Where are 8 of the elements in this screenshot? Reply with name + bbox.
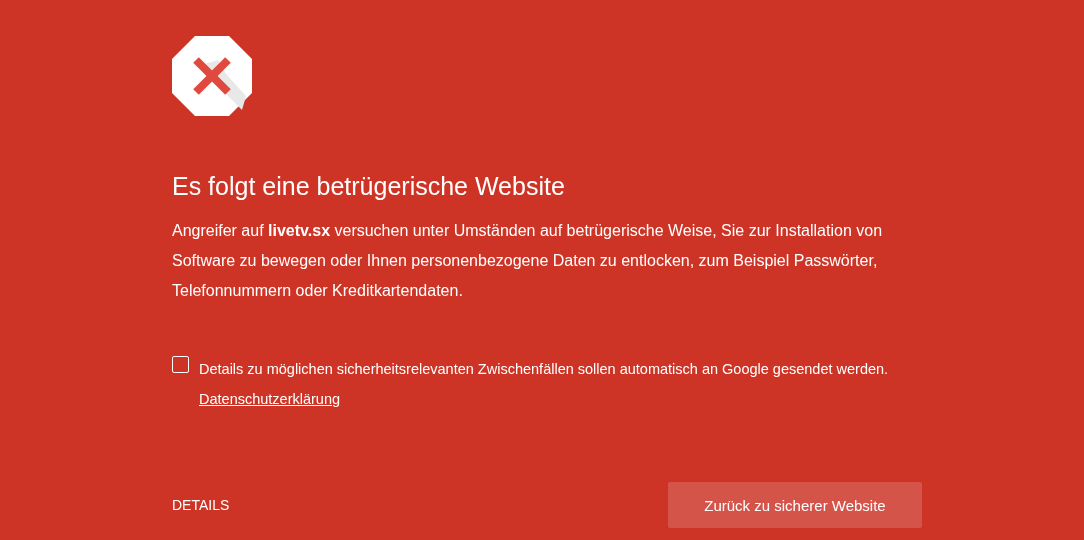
page-heading: Es folgt eine betrügerische Website	[172, 171, 566, 202]
back-button[interactable]: Zurück zu sicherer Website	[668, 482, 922, 528]
details-link[interactable]: DETAILS	[172, 497, 230, 513]
privacy-link[interactable]: Datenschutzerklärung	[199, 391, 341, 407]
checkbox[interactable]	[172, 356, 189, 373]
warning-message: Angreifer auf livetv.sx versuchen unter Umständen auf betrügerische Weise, Sie zur Installation von Software zu bewegen oder Ihnen personenbezogene Daten zu entlocken, zum Beispiel Passwörter, Telefonnummern oder Kreditkartendaten.	[172, 221, 884, 301]
report-text: Details zu möglichen sicherheitsrelevanten Zwischenfällen sollen automatisch an Google gesendet werden. Datenschutzerklärung	[199, 360, 890, 409]
error-icon	[172, 36, 252, 116]
